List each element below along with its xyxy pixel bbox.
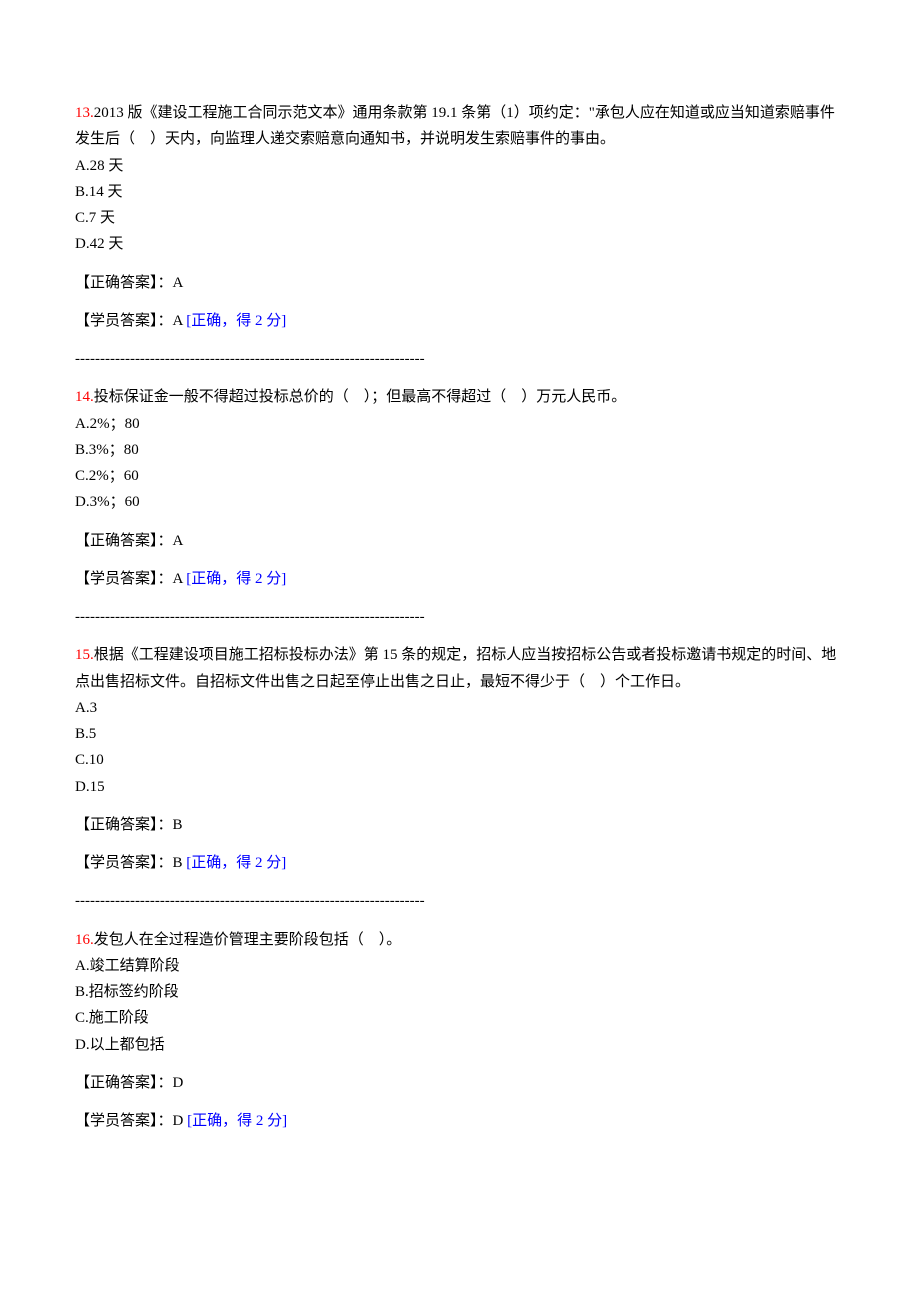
question-option: C.施工阶段 (75, 1005, 845, 1031)
question-option: D.15 (75, 774, 845, 800)
result-text: [正确，得 2 分] (187, 1113, 287, 1129)
correct-answer-line: 【正确答案】：B (75, 812, 845, 838)
question-option: A.28 天 (75, 153, 845, 179)
question-option: D.42 天 (75, 231, 845, 257)
question-option: B.14 天 (75, 179, 845, 205)
correct-answer-line: 【正确答案】：A (75, 270, 845, 296)
question-number: 14. (75, 389, 94, 405)
question-option: C.10 (75, 747, 845, 773)
question-option: B.5 (75, 721, 845, 747)
result-text: [正确，得 2 分] (186, 571, 286, 587)
result-text: [正确，得 2 分] (186, 313, 286, 329)
correct-answer-value: D (173, 1075, 184, 1091)
student-answer-label: 【学员答案】： (75, 571, 173, 587)
question-text: 2013 版《建设工程施工合同示范文本》通用条款第 19.1 条第（1）项约定：… (75, 105, 835, 147)
separator: ----------------------------------------… (75, 888, 845, 914)
question-text: 发包人在全过程造价管理主要阶段包括（ ）。 (94, 932, 402, 948)
student-answer-label: 【学员答案】： (75, 313, 173, 329)
student-answer-line: 【学员答案】：A [正确，得 2 分] (75, 566, 845, 592)
student-answer-value: A (173, 571, 187, 587)
correct-answer-value: A (173, 533, 184, 549)
question-option: D.以上都包括 (75, 1032, 845, 1058)
question-option: A.竣工结算阶段 (75, 953, 845, 979)
question-block: 15.根据《工程建设项目施工招标投标办法》第 15 条的规定，招标人应当按招标公… (75, 642, 845, 876)
student-answer-value: B (173, 855, 187, 871)
correct-answer-line: 【正确答案】：D (75, 1070, 845, 1096)
question-option: B.3%；80 (75, 437, 845, 463)
question-stem: 13.2013 版《建设工程施工合同示范文本》通用条款第 19.1 条第（1）项… (75, 100, 845, 153)
correct-answer-value: B (173, 817, 183, 833)
question-number: 13. (75, 105, 94, 121)
question-stem: 14.投标保证金一般不得超过投标总价的（ ）；但最高不得超过（ ）万元人民币。 (75, 384, 845, 410)
student-answer-label: 【学员答案】： (75, 855, 173, 871)
question-option: C.7 天 (75, 205, 845, 231)
question-stem: 16.发包人在全过程造价管理主要阶段包括（ ）。 (75, 927, 845, 953)
separator: ----------------------------------------… (75, 346, 845, 372)
question-option: D.3%；60 (75, 489, 845, 515)
student-answer-line: 【学员答案】：D [正确，得 2 分] (75, 1108, 845, 1134)
correct-answer-label: 【正确答案】： (75, 533, 173, 549)
question-option: A.2%；80 (75, 411, 845, 437)
student-answer-label: 【学员答案】： (75, 1113, 173, 1129)
correct-answer-label: 【正确答案】： (75, 1075, 173, 1091)
student-answer-line: 【学员答案】：B [正确，得 2 分] (75, 850, 845, 876)
question-number: 16. (75, 932, 94, 948)
question-text: 投标保证金一般不得超过投标总价的（ ）；但最高不得超过（ ）万元人民币。 (94, 389, 627, 405)
question-block: 16.发包人在全过程造价管理主要阶段包括（ ）。A.竣工结算阶段B.招标签约阶段… (75, 927, 845, 1135)
question-stem: 15.根据《工程建设项目施工招标投标办法》第 15 条的规定，招标人应当按招标公… (75, 642, 845, 695)
question-block: 14.投标保证金一般不得超过投标总价的（ ）；但最高不得超过（ ）万元人民币。A… (75, 384, 845, 592)
question-option: C.2%；60 (75, 463, 845, 489)
question-option: A.3 (75, 695, 845, 721)
correct-answer-label: 【正确答案】： (75, 817, 173, 833)
question-option: B.招标签约阶段 (75, 979, 845, 1005)
question-text: 根据《工程建设项目施工招标投标办法》第 15 条的规定，招标人应当按招标公告或者… (75, 647, 836, 689)
result-text: [正确，得 2 分] (186, 855, 286, 871)
correct-answer-label: 【正确答案】： (75, 275, 173, 291)
question-block: 13.2013 版《建设工程施工合同示范文本》通用条款第 19.1 条第（1）项… (75, 100, 845, 334)
correct-answer-value: A (173, 275, 184, 291)
question-number: 15. (75, 647, 94, 663)
student-answer-value: D (173, 1113, 188, 1129)
student-answer-line: 【学员答案】：A [正确，得 2 分] (75, 308, 845, 334)
correct-answer-line: 【正确答案】：A (75, 528, 845, 554)
student-answer-value: A (173, 313, 187, 329)
separator: ----------------------------------------… (75, 604, 845, 630)
